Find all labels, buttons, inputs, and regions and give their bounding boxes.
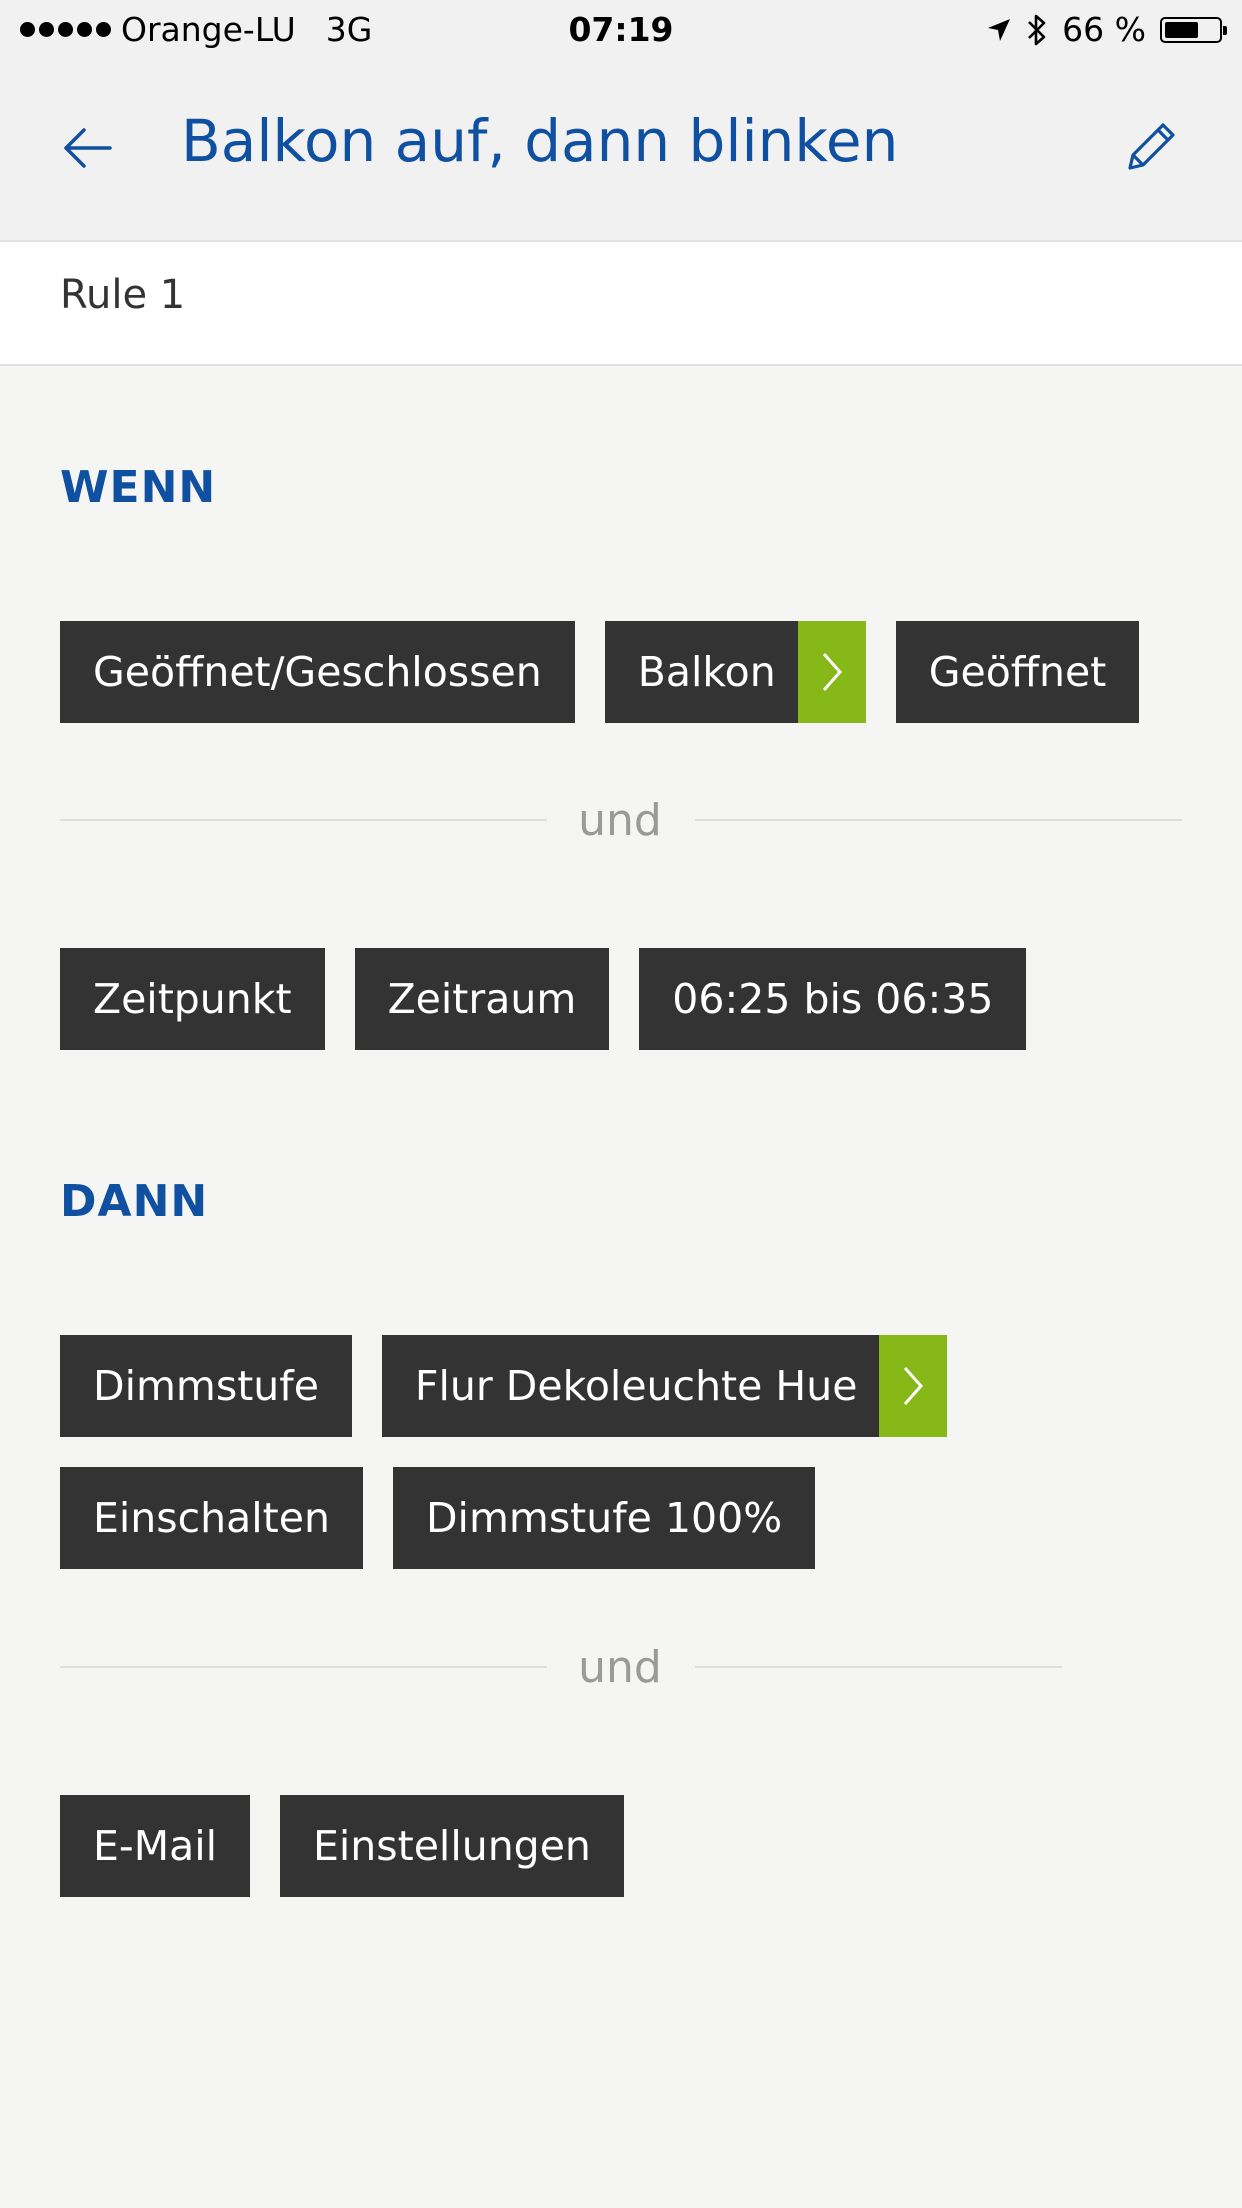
- battery-icon: [1160, 16, 1227, 43]
- wenn-condition-row-2: Zeitpunkt Zeitraum 06:25 bis 06:35: [60, 948, 1027, 1050]
- dann-action-row-3: E-Mail Einstellungen: [60, 1795, 624, 1897]
- chip-open-closed[interactable]: Geöffnet/Geschlossen: [60, 621, 575, 723]
- chip-time-range[interactable]: 06:25 bis 06:35: [639, 948, 1027, 1050]
- chip-dimmstufe-100[interactable]: Dimmstufe 100%: [392, 1467, 816, 1569]
- chip-label: Geöffnet/Geschlossen: [93, 648, 542, 696]
- chip-dimmstufe[interactable]: Dimmstufe: [60, 1335, 352, 1437]
- chip-label: Dimmstufe: [93, 1362, 319, 1410]
- und-divider-wenn: und: [60, 795, 1182, 846]
- dann-action-row-1: Dimmstufe Flur Dekoleuchte Hue: [60, 1335, 948, 1437]
- page-title: Balkon auf, dann blinken: [181, 107, 899, 175]
- chip-zeitpunkt[interactable]: Zeitpunkt: [60, 948, 325, 1050]
- chip-label: Flur Dekoleuchte Hue: [414, 1362, 858, 1410]
- und-connector: und: [578, 795, 662, 846]
- bluetooth-icon: [1028, 14, 1046, 45]
- divider-line-left: [60, 819, 547, 821]
- dann-action-row-2: Einschalten Dimmstufe 100%: [60, 1467, 816, 1569]
- rule-name: Rule 1: [60, 272, 186, 318]
- divider-line-right: [695, 1666, 1062, 1668]
- location-arrow-icon: [988, 18, 1011, 41]
- navigation-bar: Balkon auf, dann blinken: [0, 62, 1242, 242]
- battery-percentage: 66 %: [1062, 10, 1146, 49]
- und-divider-dann: und: [60, 1642, 1062, 1693]
- und-connector: und: [578, 1642, 662, 1693]
- chip-label: Balkon: [637, 648, 776, 696]
- wenn-section-title: WENN: [60, 462, 217, 513]
- status-bar: Orange-LU 3G 07:19 66 %: [0, 0, 1242, 62]
- pencil-icon[interactable]: [1120, 114, 1184, 178]
- chip-geoeffnet[interactable]: Geöffnet: [895, 621, 1140, 723]
- chip-label: Zeitpunkt: [93, 975, 292, 1023]
- chip-email[interactable]: E-Mail: [60, 1795, 250, 1897]
- chip-label: Geöffnet: [928, 648, 1107, 696]
- chip-zeitraum[interactable]: Zeitraum: [354, 948, 610, 1050]
- chevron-right-icon[interactable]: [797, 621, 866, 723]
- back-arrow-icon[interactable]: [58, 118, 118, 178]
- rule-name-bar[interactable]: Rule 1: [0, 242, 1242, 366]
- chip-flur-dekoleuchte[interactable]: Flur Dekoleuchte Hue: [381, 1335, 948, 1437]
- chip-label: Einstellungen: [312, 1822, 591, 1870]
- chevron-right-icon[interactable]: [879, 1335, 948, 1437]
- chip-label: Einschalten: [93, 1494, 330, 1542]
- chip-label: E-Mail: [93, 1822, 217, 1870]
- chip-label: 06:25 bis 06:35: [672, 975, 994, 1023]
- status-right: 66 %: [986, 10, 1227, 49]
- chip-label: Dimmstufe 100%: [425, 1494, 783, 1542]
- dann-section-title: DANN: [60, 1176, 209, 1227]
- chip-einstellungen[interactable]: Einstellungen: [279, 1795, 624, 1897]
- wenn-condition-row-1: Geöffnet/Geschlossen Balkon Geöffnet: [60, 621, 1140, 723]
- chip-balkon[interactable]: Balkon: [604, 621, 866, 723]
- divider-line-right: [695, 819, 1182, 821]
- battery-fill: [1165, 21, 1198, 38]
- chip-label: Zeitraum: [387, 975, 577, 1023]
- chip-einschalten[interactable]: Einschalten: [60, 1467, 363, 1569]
- divider-line-left: [60, 1666, 547, 1668]
